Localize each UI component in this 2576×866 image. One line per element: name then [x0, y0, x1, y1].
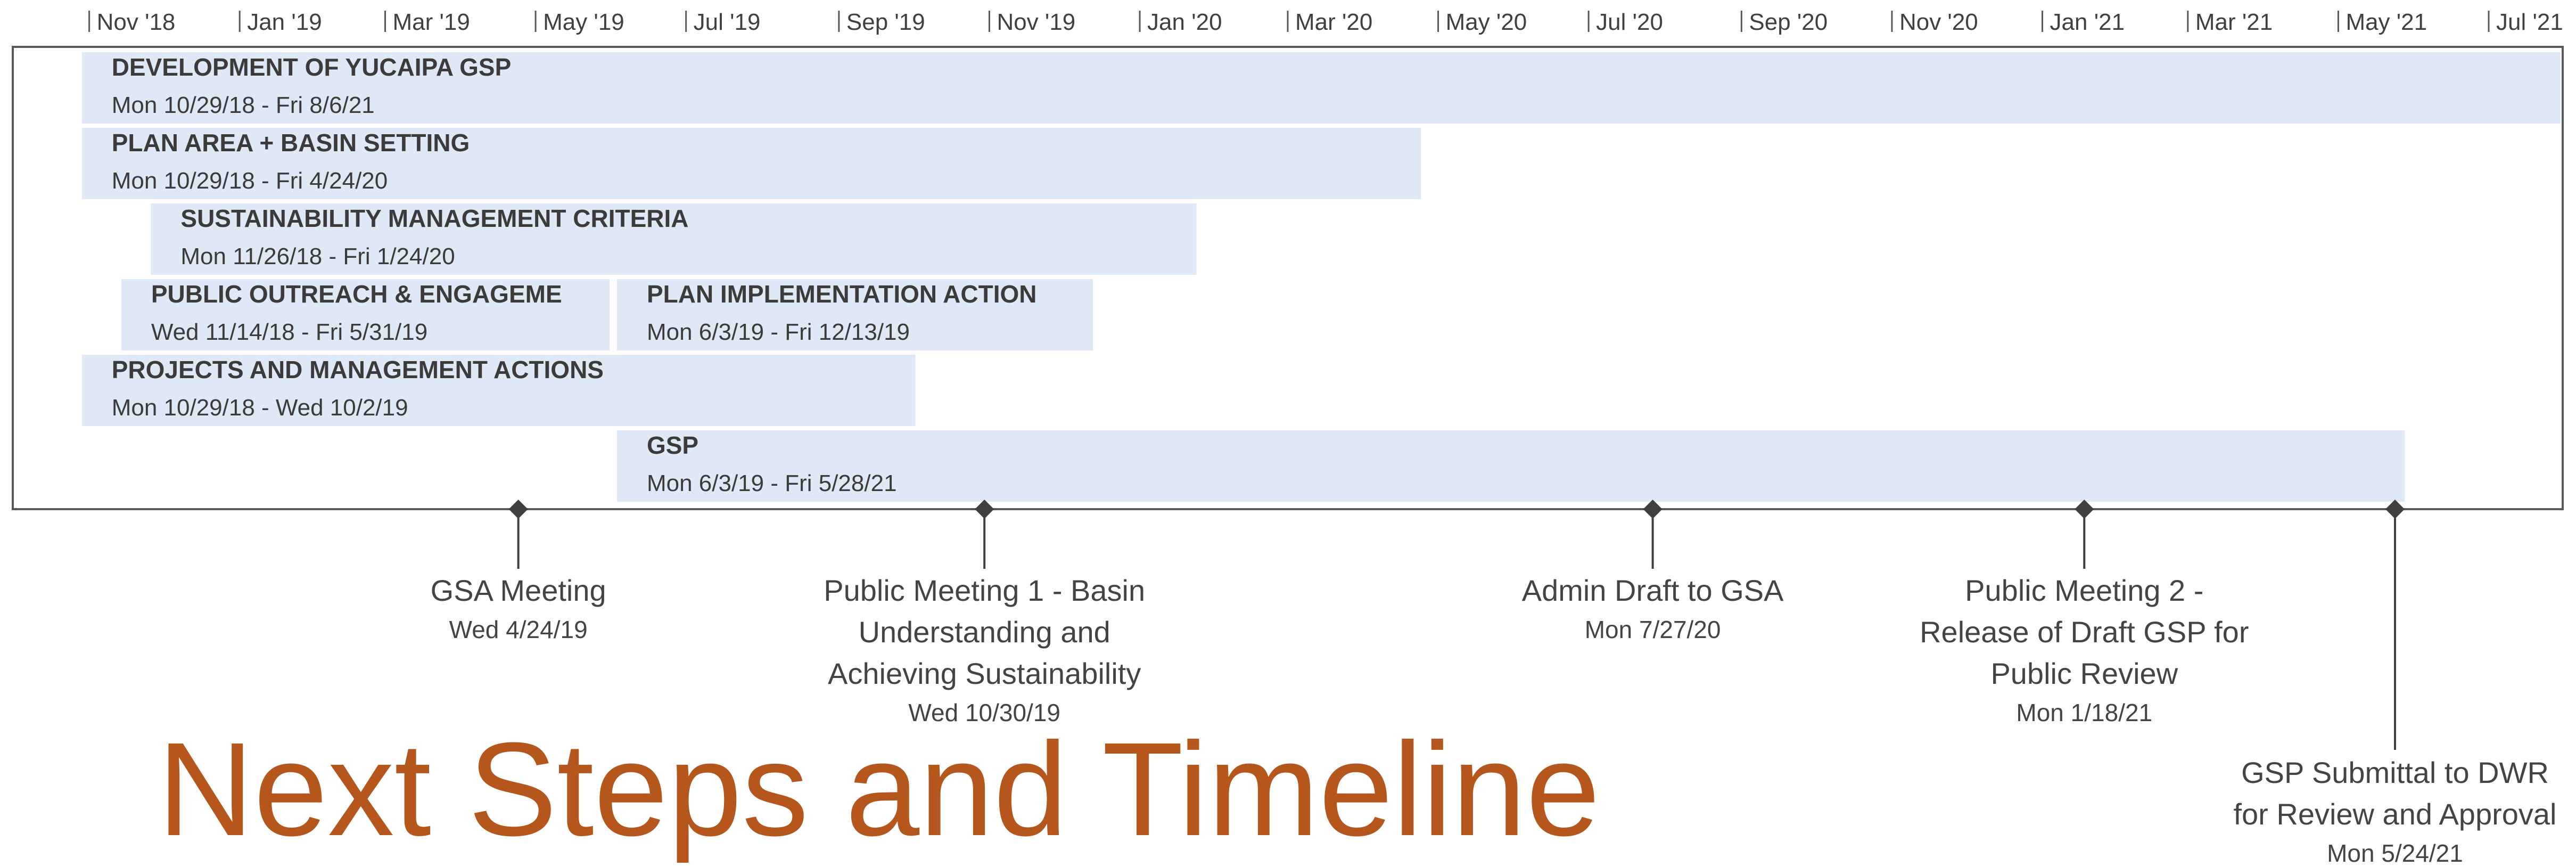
milestone-diamond	[2075, 500, 2094, 519]
timeline-chart: Nov '18 Jan '19 Mar '19 May '19 Jul '19 Sep '…	[12, 9, 2564, 866]
milestone-diamond	[2385, 500, 2405, 519]
task-name: GSP	[647, 431, 698, 459]
task-name: PUBLIC OUTREACH & ENGAGEME	[151, 280, 562, 308]
axis-tick-label: Sep '19	[846, 9, 925, 35]
task-dates: Mon 6/3/19 - Fri 5/28/21	[647, 470, 897, 496]
axis-tick-label: May '21	[2345, 9, 2427, 35]
task-bars: DEVELOPMENT OF YUCAIPA GSP Mon 10/29/18 -…	[81, 52, 2561, 502]
milestone-name: Public Review	[1990, 657, 2178, 690]
task-dates: Mon 10/29/18 - Wed 10/2/19	[112, 395, 408, 421]
axis-tick-label: Mar '20	[1295, 9, 1372, 35]
axis-tick-label: May '20	[1446, 9, 1527, 35]
task-dates: Wed 11/14/18 - Fri 5/31/19	[151, 319, 427, 345]
milestone-name: Admin Draft to GSA	[1522, 574, 1784, 607]
milestone-date: Wed 4/24/19	[449, 616, 588, 643]
axis-tick-label: Jul '20	[1596, 9, 1663, 35]
axis-tick-label: Sep '20	[1749, 9, 1828, 35]
milestone-diamond	[1643, 500, 1663, 519]
milestone-name: Public Meeting 2 -	[1965, 574, 2203, 607]
task-name: PROJECTS AND MANAGEMENT ACTIONS	[112, 356, 604, 383]
time-axis-ticks: Nov '18 Jan '19 Mar '19 May '19 Jul '19 Sep '…	[88, 9, 2563, 35]
milestone-name: GSA Meeting	[431, 574, 606, 607]
milestone-name: Achieving Sustainability	[828, 657, 1141, 690]
task-dates: Mon 10/29/18 - Fri 4/24/20	[112, 168, 388, 194]
task-dates: Mon 11/26/18 - Fri 1/24/20	[180, 243, 455, 269]
milestone-name: Public Meeting 1 - Basin	[824, 574, 1145, 607]
task-name: DEVELOPMENT OF YUCAIPA GSP	[112, 53, 512, 81]
axis-tick-label: Jan '19	[247, 9, 322, 35]
axis-tick-label: Nov '18	[97, 9, 176, 35]
milestone-name: Understanding and	[859, 615, 1110, 649]
axis-tick-label: May '19	[543, 9, 624, 35]
slide-title: Next Steps and Timeline	[158, 715, 1600, 863]
axis-tick-label: Mar '21	[2195, 9, 2273, 35]
axis-tick-label: Jan '20	[1147, 9, 1222, 35]
task-dates: Mon 10/29/18 - Fri 8/6/21	[112, 92, 375, 118]
axis-tick-label: Jan '21	[2050, 9, 2125, 35]
task-dates: Mon 6/3/19 - Fri 12/13/19	[647, 319, 910, 345]
milestone-date: Mon 5/24/21	[2327, 839, 2463, 866]
milestone-name: Release of Draft GSP for	[1920, 615, 2249, 649]
milestone-name: GSP Submittal to DWR	[2241, 756, 2549, 789]
task-name: PLAN IMPLEMENTATION ACTION	[647, 280, 1037, 308]
axis-tick-label: Jul '21	[2496, 9, 2563, 35]
milestone-date: Mon 7/27/20	[1585, 616, 1721, 643]
axis-tick-label: Nov '20	[1899, 9, 1978, 35]
milestone-diamond	[975, 500, 994, 519]
milestone-name: for Review and Approval	[2233, 797, 2556, 831]
axis-tick-label: Nov '19	[997, 9, 1075, 35]
task-name: SUSTAINABILITY MANAGEMENT CRITERIA	[180, 205, 688, 232]
milestone-diamond	[508, 500, 528, 519]
axis-tick-label: Mar '19	[393, 9, 470, 35]
axis-tick-label: Jul '19	[694, 9, 761, 35]
task-name: PLAN AREA + BASIN SETTING	[112, 129, 470, 157]
milestone-date: Mon 1/18/21	[2016, 699, 2152, 726]
